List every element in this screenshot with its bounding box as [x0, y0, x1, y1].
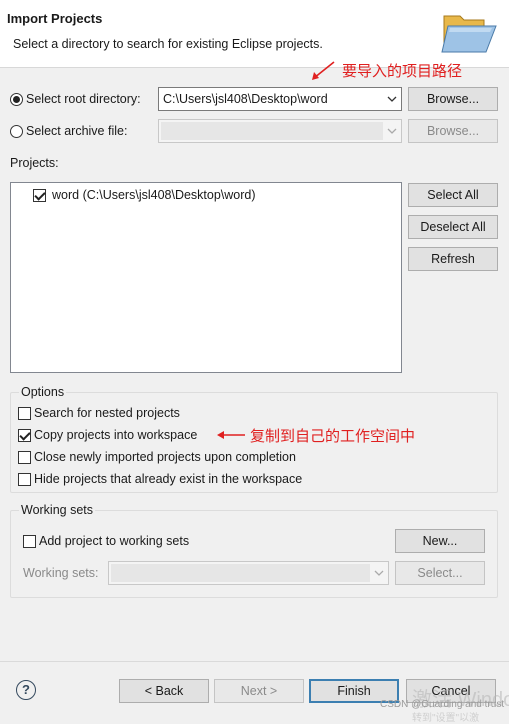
back-button[interactable]: < Back	[119, 679, 209, 703]
dialog-header: Import Projects Select a directory to se…	[0, 0, 509, 68]
archive-file-combo	[158, 119, 402, 143]
deselect-all-button[interactable]: Deselect All	[408, 215, 498, 239]
archive-file-radio[interactable]	[10, 125, 23, 138]
dialog-description: Select a directory to search for existin…	[13, 37, 323, 51]
browse-root-button[interactable]: Browse...	[408, 87, 498, 111]
hide-existing-label[interactable]: Hide projects that already exist in the …	[34, 472, 302, 486]
search-nested-checkbox[interactable]	[18, 407, 31, 420]
annotation-copy-workspace: 复制到自己的工作空间中	[250, 428, 416, 445]
projects-label: Projects:	[10, 156, 59, 170]
root-directory-radio[interactable]	[10, 93, 23, 106]
browse-archive-button: Browse...	[408, 119, 498, 143]
archive-file-label[interactable]: Select archive file:	[26, 124, 127, 138]
root-directory-label[interactable]: Select root directory:	[26, 92, 141, 106]
working-sets-label: Working sets:	[23, 566, 99, 580]
select-all-button[interactable]: Select All	[408, 183, 498, 207]
footer-separator	[0, 661, 509, 662]
refresh-button[interactable]: Refresh	[408, 247, 498, 271]
list-item[interactable]: word (C:\Users\jsl408\Desktop\word)	[33, 187, 393, 205]
project-label: word (C:\Users\jsl408\Desktop\word)	[52, 188, 256, 202]
add-to-working-sets-checkbox[interactable]	[23, 535, 36, 548]
next-button: Next >	[214, 679, 304, 703]
new-working-set-button[interactable]: New...	[395, 529, 485, 553]
annotation-root-path: 要导入的项目路径	[342, 63, 463, 80]
hide-existing-checkbox[interactable]	[18, 473, 31, 486]
root-directory-combo[interactable]: C:\Users\jsl408\Desktop\word	[158, 87, 402, 111]
add-to-working-sets-label[interactable]: Add project to working sets	[39, 534, 189, 548]
windows-settings-watermark: 转到"设置"以激	[412, 713, 480, 724]
dialog-title: Import Projects	[7, 11, 103, 26]
folder-import-icon	[441, 15, 497, 53]
options-title: Options	[19, 385, 67, 399]
chevron-down-icon	[387, 128, 397, 134]
annotation-arrow-icon	[312, 61, 335, 80]
select-working-sets-button: Select...	[395, 561, 485, 585]
close-imported-checkbox[interactable]	[18, 451, 31, 464]
chevron-down-icon[interactable]	[386, 93, 398, 105]
close-imported-label[interactable]: Close newly imported projects upon compl…	[34, 450, 296, 464]
annotation-arrow-icon	[217, 431, 245, 439]
projects-list[interactable]: word (C:\Users\jsl408\Desktop\word)	[10, 182, 402, 373]
copy-into-workspace-checkbox[interactable]	[18, 429, 31, 442]
root-directory-value: C:\Users\jsl408\Desktop\word	[163, 92, 328, 106]
copy-into-workspace-label[interactable]: Copy projects into workspace	[34, 428, 197, 442]
search-nested-label[interactable]: Search for nested projects	[34, 406, 180, 420]
project-checkbox[interactable]	[33, 189, 46, 202]
chevron-down-icon	[374, 570, 384, 576]
help-icon[interactable]: ?	[16, 680, 36, 700]
working-sets-combo	[108, 561, 389, 585]
working-sets-title: Working sets	[19, 503, 96, 517]
